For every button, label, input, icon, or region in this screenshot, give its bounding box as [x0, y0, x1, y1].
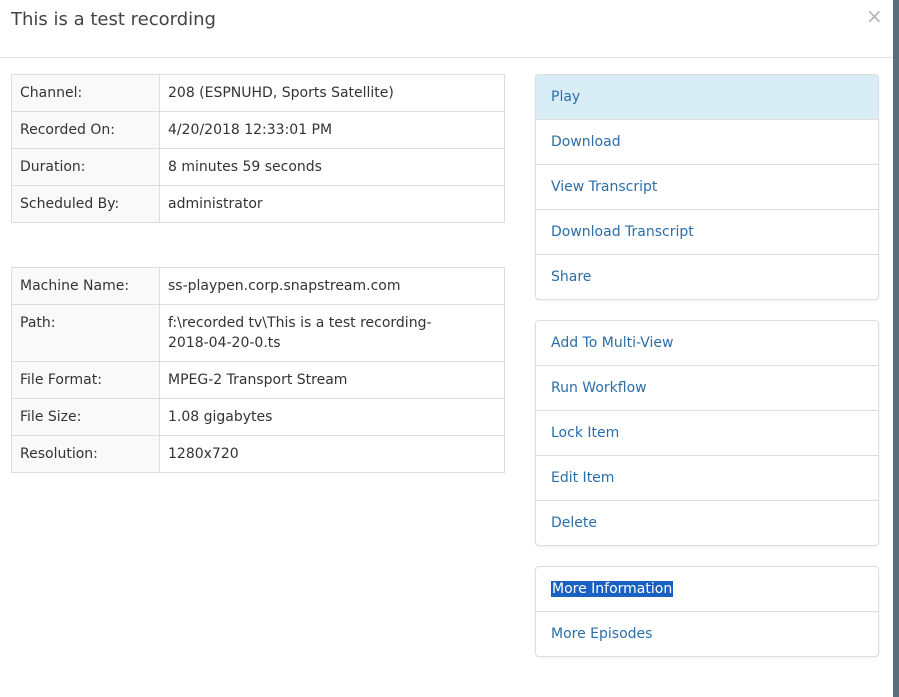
table-row: File Format: MPEG-2 Transport Stream [11, 361, 505, 399]
table-row: Channel: 208 (ESPNUHD, Sports Satellite) [11, 74, 505, 112]
duration-value: 8 minutes 59 seconds [159, 148, 505, 186]
table-row: File Size: 1.08 gigabytes [11, 398, 505, 436]
table-row: Recorded On: 4/20/2018 12:33:01 PM [11, 111, 505, 149]
file-size-value: 1.08 gigabytes [159, 398, 505, 436]
path-value-line: f:\recorded tv\This is a test recording- [168, 315, 432, 331]
recording-info-table: Channel: 208 (ESPNUHD, Sports Satellite)… [11, 74, 505, 223]
download-button[interactable]: Download [536, 119, 878, 164]
primary-actions-list: Play Download View Transcript Download T… [535, 74, 879, 300]
table-row: Machine Name: ss-playpen.corp.snapstream… [11, 267, 505, 305]
file-info-table: Machine Name: ss-playpen.corp.snapstream… [11, 267, 505, 473]
table-row: Duration: 8 minutes 59 seconds [11, 148, 505, 186]
scheduled-by-value: administrator [159, 185, 505, 223]
edit-item-button[interactable]: Edit Item [536, 455, 878, 500]
add-to-multi-view-button[interactable]: Add To Multi-View [536, 321, 878, 365]
view-transcript-button[interactable]: View Transcript [536, 164, 878, 209]
file-size-label: File Size: [11, 398, 160, 436]
table-row: Path: f:\recorded tv\This is a test reco… [11, 304, 505, 362]
share-button[interactable]: Share [536, 254, 878, 299]
table-row: Resolution: 1280x720 [11, 435, 505, 473]
path-label: Path: [11, 304, 160, 362]
resolution-value: 1280x720 [159, 435, 505, 473]
machine-name-value: ss-playpen.corp.snapstream.com [159, 267, 505, 305]
more-information-label: More Information [551, 581, 674, 597]
download-transcript-button[interactable]: Download Transcript [536, 209, 878, 254]
file-format-value: MPEG-2 Transport Stream [159, 361, 505, 399]
duration-label: Duration: [11, 148, 160, 186]
recorded-on-label: Recorded On: [11, 111, 160, 149]
channel-label: Channel: [11, 74, 160, 112]
path-value-line: 2018-04-20-0.ts [168, 335, 281, 351]
file-format-label: File Format: [11, 361, 160, 399]
dialog-title: This is a test recording [11, 9, 216, 30]
run-workflow-button[interactable]: Run Workflow [536, 365, 878, 410]
close-icon[interactable]: × [866, 4, 883, 28]
table-row: Scheduled By: administrator [11, 185, 505, 223]
path-value: f:\recorded tv\This is a test recording-… [159, 304, 505, 362]
channel-link[interactable]: 208 (ESPNUHD, Sports Satellite) [159, 74, 505, 112]
secondary-actions-list: Add To Multi-View Run Workflow Lock Item… [535, 320, 879, 546]
machine-name-label: Machine Name: [11, 267, 160, 305]
scheduled-by-label: Scheduled By: [11, 185, 160, 223]
more-episodes-button[interactable]: More Episodes [536, 611, 878, 656]
dialog-header: This is a test recording × [0, 0, 893, 58]
resolution-label: Resolution: [11, 435, 160, 473]
play-button[interactable]: Play [536, 75, 878, 119]
delete-button[interactable]: Delete [536, 500, 878, 545]
page-backdrop-edge [893, 0, 899, 697]
recording-details-dialog: This is a test recording × Channel: 208 … [0, 0, 893, 697]
recorded-on-value: 4/20/2018 12:33:01 PM [159, 111, 505, 149]
more-information-button[interactable]: More Information [536, 567, 878, 611]
lock-item-button[interactable]: Lock Item [536, 410, 878, 455]
more-actions-list: More Information More Episodes [535, 566, 879, 657]
